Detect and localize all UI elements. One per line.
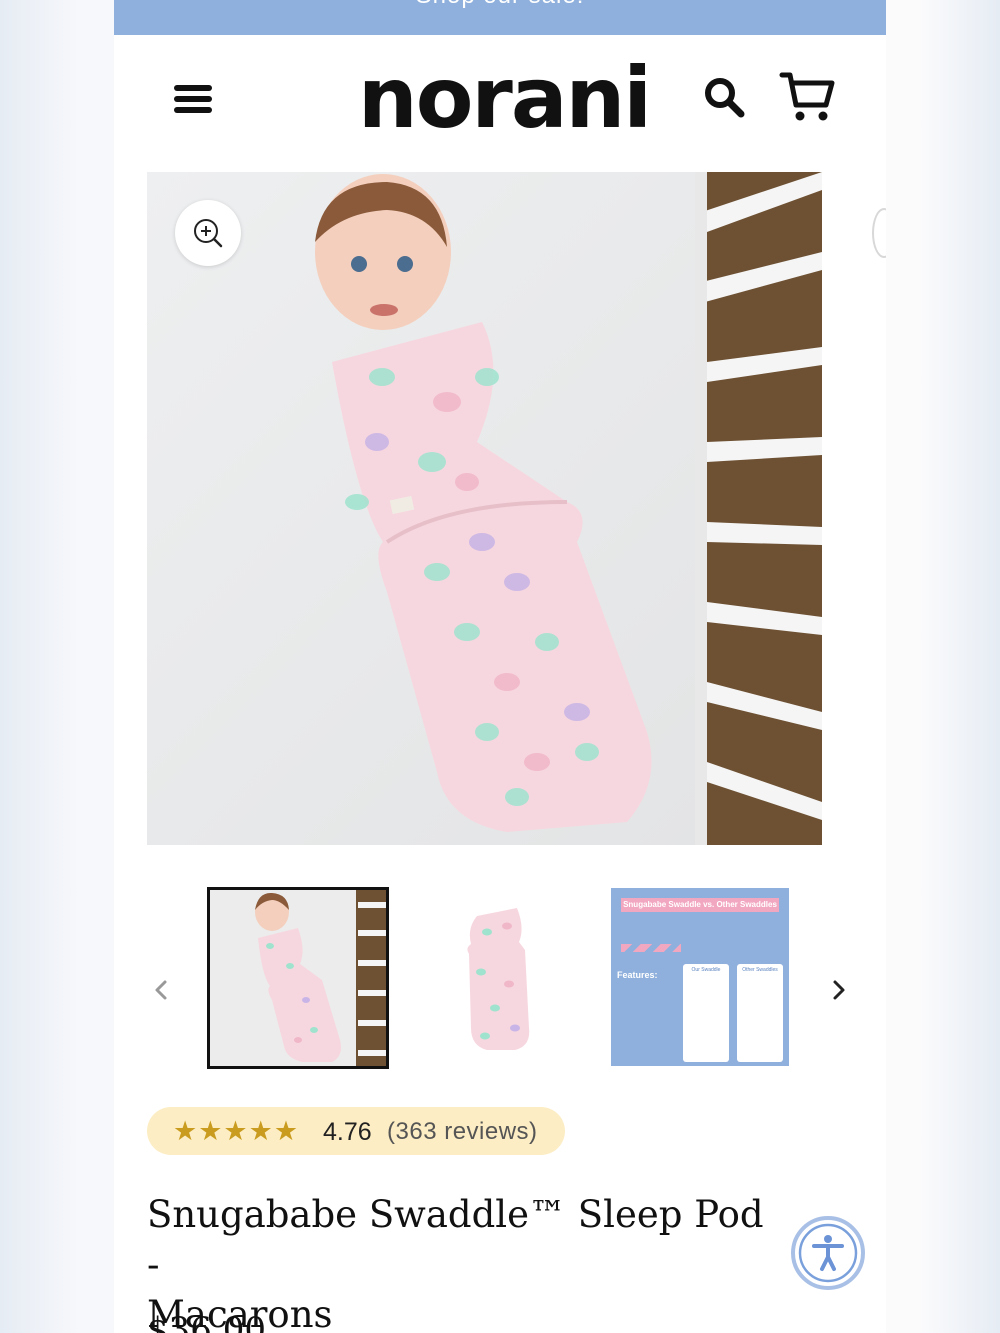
comparison-title: Snugababe Swaddle vs. Other Swaddles bbox=[621, 898, 779, 912]
product-photo bbox=[147, 172, 822, 845]
site-header: norani bbox=[114, 35, 886, 170]
comparison-stripe bbox=[621, 944, 681, 952]
search-button[interactable] bbox=[702, 75, 748, 121]
thumbnail-swaddle bbox=[409, 888, 587, 1066]
comparison-col-others-label: Other Swaddles bbox=[742, 967, 778, 973]
chevron-right-icon bbox=[833, 980, 845, 1000]
thumbnail-next-button[interactable] bbox=[818, 970, 858, 1010]
accessibility-icon bbox=[791, 1216, 865, 1290]
next-image-button[interactable] bbox=[872, 208, 886, 258]
star-rating-icon: ★★★★★ bbox=[173, 1116, 300, 1146]
product-title-line-1: Snugababe Swaddle™ Sleep Pod - bbox=[147, 1193, 764, 1286]
zoom-button[interactable] bbox=[175, 200, 241, 266]
comparison-col-others: Other Swaddles bbox=[737, 964, 783, 1062]
page: Shop our sale! norani bbox=[114, 0, 886, 1333]
cart-button[interactable] bbox=[778, 69, 838, 125]
thumbnail-2[interactable] bbox=[409, 888, 587, 1066]
comparison-col-ours: Our Swaddle bbox=[683, 964, 729, 1062]
review-count-link[interactable]: (363 reviews) bbox=[387, 1118, 538, 1146]
brand-logo[interactable]: norani bbox=[354, 53, 654, 143]
product-price: $36.00 bbox=[147, 1310, 266, 1333]
thumbnail-3[interactable]: Snugababe Swaddle vs. Other Swaddles Fea… bbox=[611, 888, 789, 1066]
chevron-left-icon bbox=[155, 980, 167, 1000]
accessibility-button[interactable] bbox=[790, 1215, 866, 1291]
comparison-features-heading: Features: bbox=[617, 970, 658, 980]
rating-score: 4.76 bbox=[323, 1118, 372, 1146]
cart-icon bbox=[779, 72, 835, 121]
menu-button[interactable] bbox=[172, 79, 216, 119]
thumbnail-prev-button[interactable] bbox=[142, 970, 182, 1010]
search-icon bbox=[705, 78, 745, 118]
thumbnail-photo bbox=[210, 890, 386, 1066]
thumbnail-1[interactable] bbox=[207, 887, 389, 1069]
rating-summary[interactable]: ★★★★★ 4.76 (363 reviews) bbox=[147, 1107, 565, 1155]
zoom-in-icon bbox=[194, 219, 223, 248]
announcement-text[interactable]: Shop our sale! bbox=[114, 0, 886, 10]
main-product-image[interactable] bbox=[147, 172, 822, 845]
announcement-bar[interactable]: Shop our sale! bbox=[114, 0, 886, 35]
comparison-col-ours-label: Our Swaddle bbox=[691, 967, 721, 973]
